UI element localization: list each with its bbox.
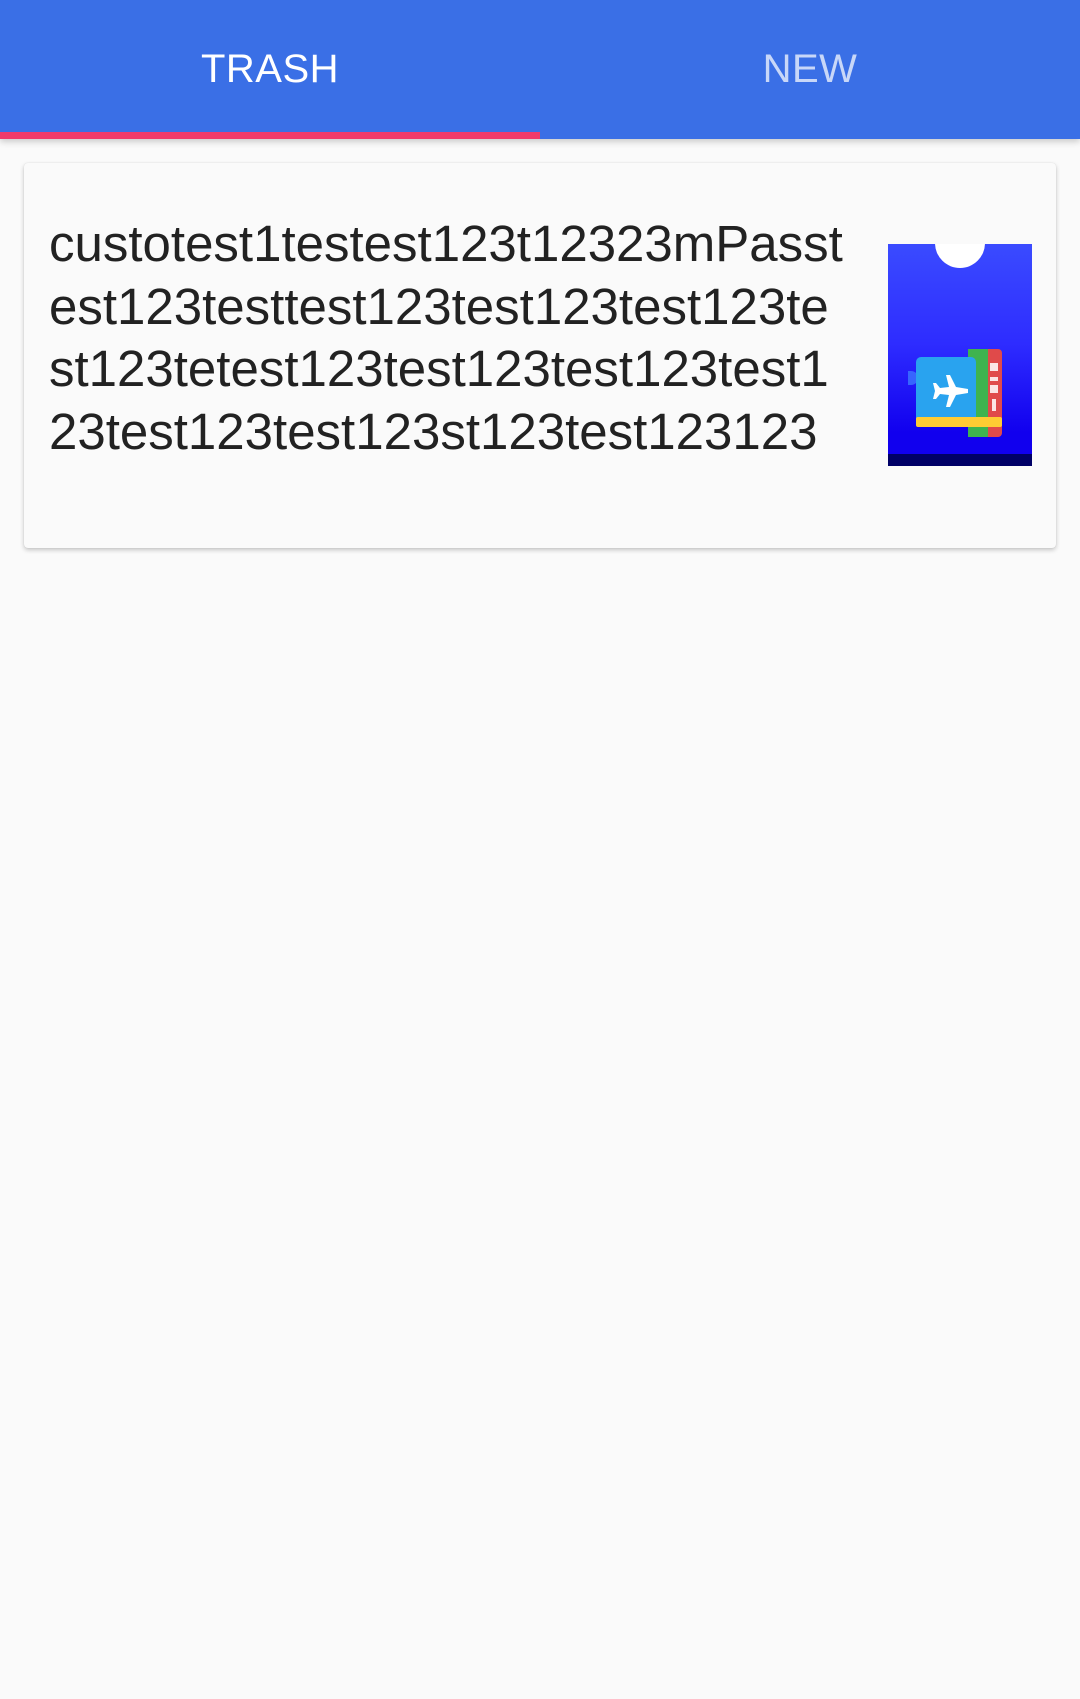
pass-thumbnail [888,244,1032,466]
boarding-pass-icon [916,349,1002,437]
thumbnail-bottom-band [888,454,1032,466]
card-title: custotest1testest123t12323mPasstest123te… [49,215,843,460]
thumbnail-notch [935,244,985,268]
tab-new[interactable]: NEW [540,0,1080,139]
tab-new-label: NEW [762,47,858,91]
list-item-card[interactable]: custotest1testest123t12323mPasstest123te… [24,163,1056,548]
tab-trash[interactable]: TRASH [0,0,540,139]
tab-selected-indicator [0,132,540,139]
tab-bar: TRASH NEW [0,0,1080,139]
tab-trash-label: TRASH [200,47,340,91]
